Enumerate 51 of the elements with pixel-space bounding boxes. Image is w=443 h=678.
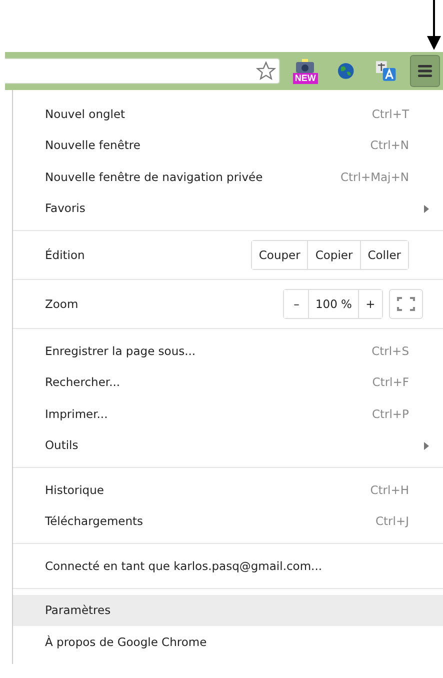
translate-icon[interactable] [374, 60, 396, 82]
menu-item[interactable]: Nouvelle fenêtre Ctrl+N [13, 130, 443, 161]
submenu-arrow-icon [424, 442, 429, 450]
menu-item-label: Téléchargements [45, 514, 144, 528]
menu-item[interactable]: Paramètres [13, 594, 443, 626]
star-icon[interactable] [256, 61, 276, 81]
menu-item-label: Outils [45, 438, 78, 452]
menu-item-label: Imprimer... [45, 406, 108, 421]
menu-item[interactable]: Connecté en tant que karlos.pasq@gmail.com... [13, 550, 443, 582]
menu-item-label: Rechercher... [45, 375, 120, 390]
menu-item[interactable]: Outils [13, 430, 443, 461]
menu-item-label: Paramètres [45, 603, 111, 618]
menu-button[interactable] [410, 55, 440, 87]
submenu-arrow-icon [424, 204, 429, 212]
down-arrow-icon [427, 0, 441, 50]
menu-item-label: Nouvel onglet [45, 106, 126, 121]
camera-icon[interactable] [294, 58, 316, 72]
menu-item[interactable]: Imprimer... Ctrl+P [13, 398, 443, 430]
shortcut-text: Ctrl+J [376, 514, 409, 528]
menu-item-label: Nouvelle fenêtre [45, 138, 140, 152]
menu-item-label: Connecté en tant que karlos.pasq@gmail.com... [45, 558, 322, 573]
menu-item[interactable]: Téléchargements Ctrl+J [13, 506, 443, 537]
address-field[interactable] [5, 58, 280, 84]
shortcut-text: Ctrl+H [370, 482, 409, 497]
menu-item-label: Favoris [45, 201, 86, 216]
menu-item[interactable]: Nouvelle fenêtre de navigation privée Ctrl+Maj+N [13, 161, 443, 192]
shortcut-text: Ctrl+F [372, 375, 409, 390]
fullscreen-button[interactable] [389, 289, 423, 319]
menu-item[interactable]: Favoris [13, 192, 443, 224]
menu-item[interactable]: À propos de Google Chrome [13, 626, 443, 658]
zoom-in-button[interactable]: + [358, 290, 382, 318]
edit-button[interactable]: Coller [360, 241, 408, 269]
menu-item[interactable]: Nouvel onglet Ctrl+T [13, 98, 443, 130]
menu-item-label: Nouvelle fenêtre de navigation privée [45, 170, 263, 184]
globe-icon[interactable] [337, 62, 355, 80]
menu-item[interactable]: Enregistrer la page sous... Ctrl+S [13, 335, 443, 366]
new-badge: NEW [292, 72, 318, 84]
menu-item-label: Édition [45, 248, 85, 262]
menu-item-label: Enregistrer la page sous... [45, 344, 196, 358]
shortcut-text: Ctrl+Maj+N [340, 170, 409, 184]
menu-item-label: Zoom [45, 297, 78, 311]
shortcut-text: Ctrl+N [370, 138, 409, 152]
fullscreen-icon [397, 297, 415, 311]
menu-item[interactable]: Historique Ctrl+H [13, 474, 443, 506]
shortcut-text: Ctrl+S [372, 344, 409, 358]
shortcut-text: Ctrl+P [372, 406, 409, 421]
shortcut-text: Ctrl+T [372, 106, 409, 121]
menu-item-label: À propos de Google Chrome [45, 634, 207, 649]
menu-item-label: Historique [45, 482, 104, 497]
menu-icon [418, 64, 432, 78]
menu-item[interactable]: Rechercher... Ctrl+F [13, 366, 443, 398]
